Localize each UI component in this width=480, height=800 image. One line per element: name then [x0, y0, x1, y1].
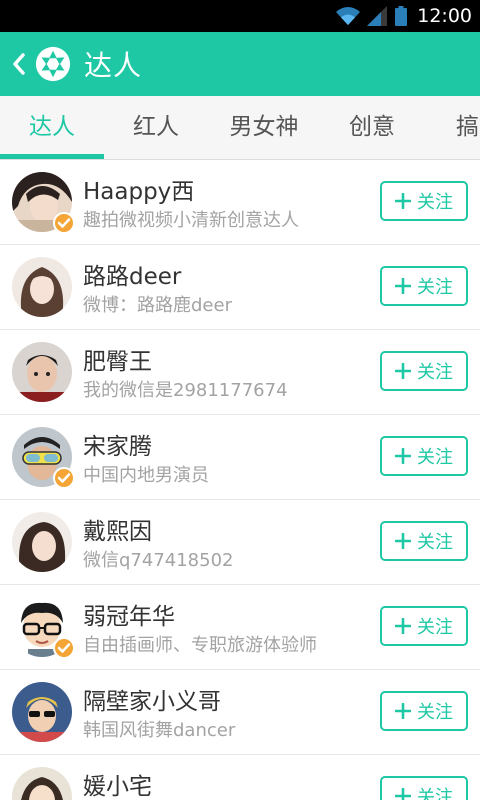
plus-icon [395, 703, 411, 719]
user-name: 弱冠年华 [83, 604, 175, 630]
avatar[interactable] [12, 512, 72, 572]
list-item[interactable]: 戴熙因 微信q747418502 关注 [0, 500, 480, 585]
follow-button[interactable]: 关注 [380, 436, 468, 476]
wifi-icon [336, 7, 361, 25]
avatar-wrap [12, 597, 75, 659]
plus-icon [395, 448, 411, 464]
avatar[interactable] [12, 257, 72, 317]
avatar-wrap [12, 257, 72, 317]
user-description: 趣拍微视频小清新创意达人 [83, 210, 299, 231]
status-time: 12:00 [417, 5, 472, 27]
follow-button[interactable]: 关注 [380, 266, 468, 306]
user-description: 微博：路路鹿deer [83, 295, 232, 316]
list-item[interactable]: 隔壁家小义哥 韩国风街舞dancer 关注 [0, 670, 480, 755]
plus-icon [395, 193, 411, 209]
check-icon [57, 643, 71, 653]
tab-daren[interactable]: 达人 [0, 96, 104, 159]
list-item[interactable]: 肥臀王 我的微信是2981177674 关注 [0, 330, 480, 415]
plus-icon [395, 278, 411, 294]
user-name: 媛小宅 [83, 774, 152, 800]
category-tabs: 达人 红人 男女神 创意 搞 [0, 96, 480, 160]
list-item[interactable]: 弱冠年华 自由插画师、专职旅游体验师 关注 [0, 585, 480, 670]
check-icon [57, 473, 71, 483]
avatar[interactable] [12, 767, 72, 800]
plus-icon [395, 363, 411, 379]
user-list: Haappy西 趣拍微视频小清新创意达人 关注 路路deer 微博：路路鹿dee… [0, 160, 480, 800]
list-item[interactable]: 宋家腾 中国内地男演员 关注 [0, 415, 480, 500]
status-icons: 12:00 [335, 0, 472, 32]
follow-label: 关注 [417, 277, 453, 298]
user-description: 韩国风街舞dancer [83, 720, 236, 741]
tab-chuangyi[interactable]: 创意 [320, 96, 424, 159]
avatar-wrap [12, 342, 72, 402]
follow-label: 关注 [417, 192, 453, 213]
avatar-wrap [12, 427, 75, 489]
follow-label: 关注 [417, 362, 453, 383]
verified-badge [53, 467, 75, 489]
follow-button[interactable]: 关注 [380, 351, 468, 391]
verified-badge [53, 212, 75, 234]
user-description: 自由插画师、专职旅游体验师 [83, 635, 317, 656]
plus-icon [395, 618, 411, 634]
page-title: 达人 [84, 49, 143, 82]
avatar-wrap [12, 767, 72, 800]
list-item[interactable]: Haappy西 趣拍微视频小清新创意达人 关注 [0, 160, 480, 245]
follow-button[interactable]: 关注 [380, 181, 468, 221]
avatar-wrap [12, 172, 75, 234]
user-description: 中国内地男演员 [83, 465, 209, 486]
avatar[interactable] [12, 682, 72, 742]
follow-button[interactable]: 关注 [380, 776, 468, 800]
follow-label: 关注 [417, 702, 453, 723]
follow-button[interactable]: 关注 [380, 521, 468, 561]
check-icon [57, 218, 71, 228]
signal-icon [367, 6, 388, 26]
avatar[interactable] [12, 342, 72, 402]
follow-label: 关注 [417, 617, 453, 638]
user-description: 微信q747418502 [83, 550, 234, 571]
battery-icon [395, 6, 408, 26]
user-description: 我的微信是2981177674 [83, 380, 288, 401]
user-name: 肥臀王 [83, 349, 152, 375]
tab-indicator [0, 154, 104, 159]
chevron-left-icon [13, 53, 25, 75]
app-bar: 达人 [0, 32, 480, 96]
follow-button[interactable]: 关注 [380, 606, 468, 646]
user-name: 宋家腾 [83, 434, 152, 460]
follow-label: 关注 [417, 447, 453, 468]
tab-nannvshen[interactable]: 男女神 [208, 96, 320, 159]
user-name: 隔壁家小义哥 [83, 689, 221, 715]
follow-label: 关注 [417, 787, 453, 800]
user-name: 路路deer [83, 264, 182, 290]
list-item[interactable]: 媛小宅 关注 [0, 755, 480, 800]
plus-icon [395, 788, 411, 800]
list-item[interactable]: 路路deer 微博：路路鹿deer 关注 [0, 245, 480, 330]
avatar-wrap [12, 682, 72, 742]
verified-badge [53, 637, 75, 659]
status-bar: 12:00 [0, 0, 480, 32]
camera-aperture-icon [35, 46, 71, 82]
user-name: 戴熙因 [83, 519, 152, 545]
back-button[interactable] [4, 32, 34, 96]
tab-hongren[interactable]: 红人 [104, 96, 208, 159]
tab-gao[interactable]: 搞 [456, 96, 480, 159]
user-name: Haappy西 [83, 179, 195, 205]
avatar-wrap [12, 512, 72, 572]
follow-button[interactable]: 关注 [380, 691, 468, 731]
plus-icon [395, 533, 411, 549]
follow-label: 关注 [417, 532, 453, 553]
